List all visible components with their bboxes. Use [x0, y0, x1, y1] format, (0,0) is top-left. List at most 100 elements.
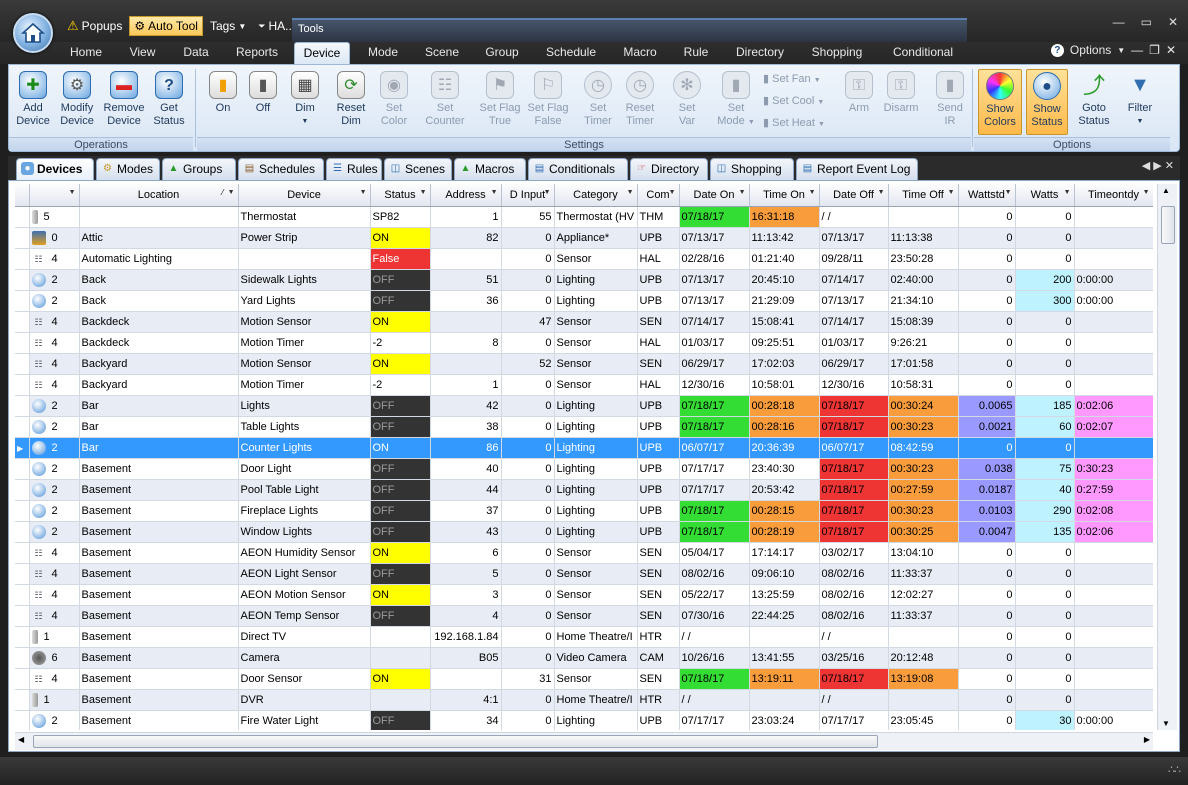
- tab-home[interactable]: Home: [62, 42, 110, 64]
- col-header-category[interactable]: Category ▼: [554, 184, 638, 207]
- tab-conditional[interactable]: Conditional: [882, 42, 964, 64]
- row-selector[interactable]: [15, 353, 30, 375]
- resize-grip-icon[interactable]: ∴∴: [1168, 763, 1181, 776]
- dinput-cell[interactable]: 0: [501, 290, 555, 312]
- location-cell[interactable]: Basement: [79, 605, 239, 627]
- time-off-cell[interactable]: 20:12:48: [888, 647, 959, 669]
- row-selector[interactable]: [15, 290, 30, 312]
- col-header-location[interactable]: Location ⁄ ▼: [79, 184, 239, 207]
- wattstd-cell[interactable]: 0.0065: [958, 395, 1016, 417]
- minimize-icon[interactable]: —: [1131, 43, 1143, 57]
- wattstd-cell[interactable]: 0: [958, 311, 1016, 333]
- scroll-right-icon[interactable]: ▶: [1144, 735, 1150, 744]
- date-off-cell[interactable]: 08/02/16: [819, 563, 889, 585]
- date-off-cell[interactable]: / /: [819, 689, 889, 711]
- dinput-cell[interactable]: 0: [501, 689, 555, 711]
- dinput-cell[interactable]: 31: [501, 668, 555, 690]
- category-cell[interactable]: Sensor: [554, 374, 638, 396]
- timeontdy-cell[interactable]: [1074, 563, 1153, 585]
- address-cell[interactable]: [430, 248, 502, 270]
- filter-dropdown-icon[interactable]: ▼: [360, 189, 367, 196]
- row-selector[interactable]: [15, 332, 30, 354]
- row-selector[interactable]: [15, 479, 30, 501]
- date-on-cell[interactable]: 07/17/17: [679, 479, 750, 501]
- date-on-cell[interactable]: 06/29/17: [679, 353, 750, 375]
- goto-status-button[interactable]: ⤴ Goto Status: [1074, 69, 1114, 128]
- watts-cell[interactable]: 0: [1015, 311, 1075, 333]
- reset-dim-button[interactable]: ⟳ Reset Dim: [333, 69, 369, 128]
- watts-cell[interactable]: 300: [1015, 290, 1075, 312]
- location-cell[interactable]: Bar: [79, 395, 239, 417]
- device-cell[interactable]: Door Light: [238, 458, 371, 480]
- arm-button[interactable]: ⚿ Arm: [843, 69, 875, 115]
- row-selector[interactable]: [15, 206, 30, 228]
- device-cell[interactable]: Motion Timer: [238, 374, 371, 396]
- category-cell[interactable]: Sensor: [554, 311, 638, 333]
- time-on-cell[interactable]: 20:36:39: [749, 437, 820, 459]
- wattstd-cell[interactable]: 0: [958, 227, 1016, 249]
- date-off-cell[interactable]: / /: [819, 206, 889, 228]
- status-cell[interactable]: ON: [370, 668, 431, 690]
- disarm-button[interactable]: ⚿ Disarm: [881, 69, 921, 115]
- date-off-cell[interactable]: / /: [819, 626, 889, 648]
- address-cell[interactable]: 86: [430, 437, 502, 459]
- date-on-cell[interactable]: / /: [679, 626, 750, 648]
- date-on-cell[interactable]: 07/18/17: [679, 206, 750, 228]
- set-mode-button[interactable]: ▮ Set Mode ▼: [715, 69, 757, 129]
- timeontdy-cell[interactable]: 0:30:23: [1074, 458, 1153, 480]
- table-row[interactable]: 2 Basement Pool Table Light OFF 44 0 Lighting U…: [15, 479, 1153, 501]
- scroll-left-icon[interactable]: ◀: [18, 735, 24, 744]
- watts-cell[interactable]: 0: [1015, 668, 1075, 690]
- device-cell[interactable]: Direct TV: [238, 626, 371, 648]
- filter-dropdown-icon[interactable]: ▼: [228, 189, 235, 196]
- filter-button[interactable]: ▼ Filter ▼: [1120, 69, 1160, 128]
- watts-cell[interactable]: 0: [1015, 206, 1075, 228]
- address-cell[interactable]: 36: [430, 290, 502, 312]
- timeontdy-cell[interactable]: [1074, 206, 1153, 228]
- date-on-cell[interactable]: 07/14/17: [679, 311, 750, 333]
- date-off-cell[interactable]: 07/18/17: [819, 458, 889, 480]
- timeontdy-cell[interactable]: [1074, 227, 1153, 249]
- maximize-icon[interactable]: ▭: [1141, 15, 1152, 29]
- watts-cell[interactable]: 290: [1015, 500, 1075, 522]
- location-cell[interactable]: Basement: [79, 479, 239, 501]
- horizontal-scroll-thumb[interactable]: [33, 735, 878, 748]
- category-cell[interactable]: Sensor: [554, 542, 638, 564]
- watts-cell[interactable]: 0: [1015, 248, 1075, 270]
- restore-icon[interactable]: ❐: [1149, 43, 1160, 57]
- set-flag-false-button[interactable]: ⚐ Set Flag False: [525, 69, 571, 128]
- watts-cell[interactable]: 0: [1015, 437, 1075, 459]
- com-cell[interactable]: SEN: [637, 605, 680, 627]
- time-on-cell[interactable]: 00:28:19: [749, 521, 820, 543]
- category-cell[interactable]: Sensor: [554, 353, 638, 375]
- dinput-cell[interactable]: 47: [501, 311, 555, 333]
- dinput-cell[interactable]: 0: [501, 710, 555, 730]
- date-on-cell[interactable]: 07/17/17: [679, 710, 750, 730]
- row-selector[interactable]: [15, 395, 30, 417]
- date-on-cell[interactable]: 07/18/17: [679, 416, 750, 438]
- time-off-cell[interactable]: [888, 689, 959, 711]
- tab-devices[interactable]: ● Devices: [16, 158, 94, 180]
- time-on-cell[interactable]: 17:14:17: [749, 542, 820, 564]
- status-cell[interactable]: [370, 689, 431, 711]
- row-selector[interactable]: ▶: [15, 437, 30, 459]
- address-cell[interactable]: [430, 311, 502, 333]
- address-cell[interactable]: 43: [430, 521, 502, 543]
- dinput-cell[interactable]: 0: [501, 500, 555, 522]
- location-cell[interactable]: Basement: [79, 584, 239, 606]
- col-header-date-off[interactable]: Date Off ▼: [819, 184, 889, 207]
- time-off-cell[interactable]: 00:30:24: [888, 395, 959, 417]
- col-header-device[interactable]: Device ▼: [238, 184, 371, 207]
- tab-group[interactable]: Group: [476, 42, 528, 64]
- row-selector[interactable]: [15, 500, 30, 522]
- row-selector[interactable]: [15, 710, 30, 730]
- time-on-cell[interactable]: 01:21:40: [749, 248, 820, 270]
- filter-dropdown-icon[interactable]: ▼: [544, 189, 551, 196]
- category-cell[interactable]: Video Camera: [554, 647, 638, 669]
- address-cell[interactable]: [430, 668, 502, 690]
- filter-dropdown-icon[interactable]: ▼: [1143, 189, 1150, 196]
- date-on-cell[interactable]: 07/17/17: [679, 458, 750, 480]
- tab-device[interactable]: Device: [294, 42, 350, 64]
- device-cell[interactable]: Lights: [238, 395, 371, 417]
- time-on-cell[interactable]: 13:41:55: [749, 647, 820, 669]
